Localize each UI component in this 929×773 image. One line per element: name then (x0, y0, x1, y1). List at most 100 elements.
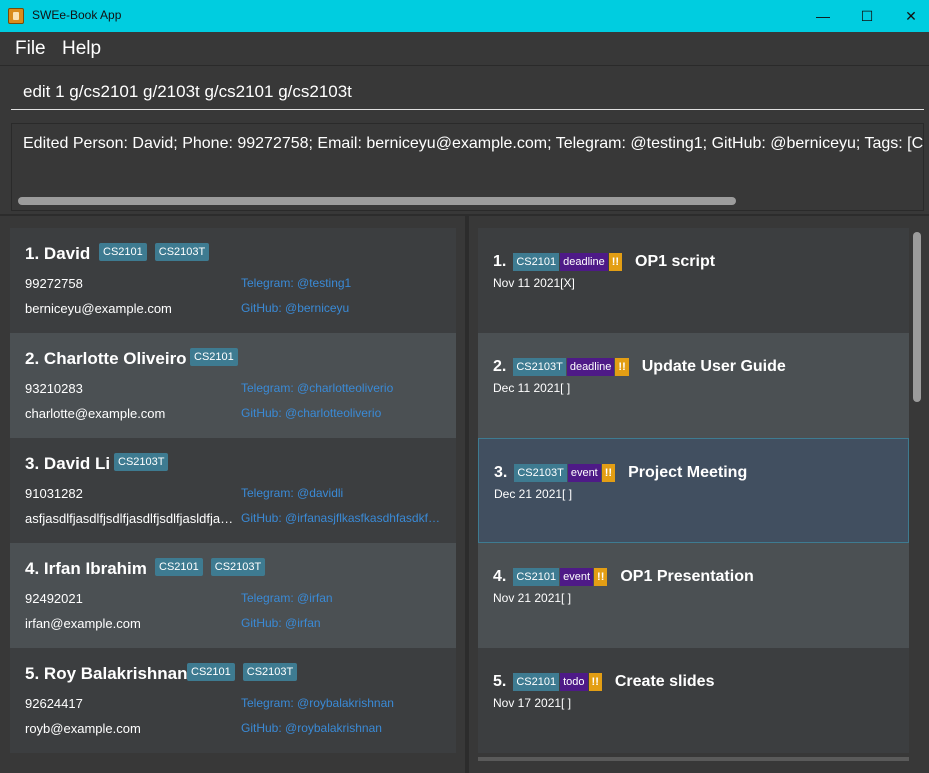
person-phone: 93210283 (25, 381, 83, 396)
person-name: 4. Irfan Ibrahim (25, 559, 147, 578)
person-list: 1. David CS2101 CS2103T 99272758 bernice… (10, 228, 456, 753)
command-text[interactable]: edit 1 g/cs2101 g/2103t g/cs2101 g/cs210… (23, 82, 352, 102)
tag: CS2103T (154, 243, 210, 261)
title-bar: SWEe-Book App — ☐ ✕ (0, 0, 929, 32)
person-tags: CS2101 (190, 348, 238, 366)
person-phone: 99272758 (25, 276, 83, 291)
person-tags: CS2103T (114, 453, 169, 471)
person-github[interactable]: GitHub: @berniceyu (241, 301, 446, 315)
task-header: 1. CS2101 deadline !! OP1 script (493, 253, 715, 271)
task-module-tag: CS2101 (513, 253, 560, 271)
person-telegram[interactable]: Telegram: @davidli (241, 486, 446, 500)
person-card[interactable]: 1. David CS2101 CS2103T 99272758 bernice… (10, 228, 456, 333)
task-card[interactable]: 1. CS2101 deadline !! OP1 script Nov 11 … (478, 228, 909, 333)
person-card[interactable]: 5. Roy Balakrishnan CS2101 CS2103T 92624… (10, 648, 456, 753)
person-phone: 92492021 (25, 591, 83, 606)
person-email: asfjasdlfjasdlfjsdlfjasdlfjsdlfjasldfjas… (25, 511, 238, 526)
result-horizontal-scrollbar[interactable] (18, 197, 736, 205)
task-card[interactable]: 5. CS2101 todo !! Create slides Nov 17 2… (478, 648, 909, 753)
person-tags: CS2101 CS2103T (187, 663, 298, 681)
person-github[interactable]: GitHub: @charlotteoliverio (241, 406, 446, 420)
close-button[interactable]: ✕ (888, 0, 929, 32)
task-index: 4. (493, 568, 507, 585)
person-github[interactable]: GitHub: @irfanasjflkasfkasdhfasdkfhasdkf… (241, 511, 446, 525)
person-telegram[interactable]: Telegram: @irfan (241, 591, 446, 605)
command-input[interactable]: edit 1 g/cs2101 g/2103t g/cs2101 g/cs210… (11, 72, 924, 110)
task-list: 1. CS2101 deadline !! OP1 script Nov 11 … (478, 228, 909, 758)
tag: CS2101 (99, 243, 147, 261)
minimize-button[interactable]: — (800, 0, 846, 32)
person-github[interactable]: GitHub: @irfan (241, 616, 446, 630)
person-name: 2. Charlotte Oliveiro (25, 349, 187, 368)
task-type-tag: event (567, 464, 601, 482)
task-header: 2. CS2103T deadline !! Update User Guide (493, 358, 786, 376)
person-email: charlotte@example.com (25, 406, 166, 421)
person-github[interactable]: GitHub: @roybalakrishnan (241, 721, 446, 735)
task-index: 3. (494, 464, 508, 481)
person-tags: CS2101 CS2103T (99, 243, 210, 261)
tag: CS2101 (155, 558, 203, 576)
task-name: OP1 Presentation (620, 568, 754, 585)
person-card[interactable]: 3. David Li CS2103T 91031282 asfjasdlfja… (10, 438, 456, 543)
task-priority-badge: !! (601, 464, 616, 482)
tag: CS2101 (187, 663, 235, 681)
task-card[interactable]: 2. CS2103T deadline !! Update User Guide… (478, 333, 909, 438)
task-date: Dec 21 2021[ ] (494, 487, 573, 501)
task-date: Dec 11 2021[ ] (493, 381, 571, 395)
task-module-tag: CS2101 (513, 673, 560, 691)
person-name: 3. David Li (25, 454, 111, 473)
tag: CS2103T (114, 453, 169, 471)
window-title: SWEe-Book App (32, 8, 122, 22)
task-date: Nov 21 2021[ ] (493, 591, 572, 605)
task-index: 5. (493, 673, 507, 690)
task-header: 3. CS2103T event !! Project Meeting (494, 464, 747, 482)
person-telegram[interactable]: Telegram: @charlotteoliverio (241, 381, 446, 395)
task-module-tag: CS2103T (514, 464, 567, 482)
task-header: 4. CS2101 event !! OP1 Presentation (493, 568, 754, 586)
tag: CS2103T (210, 558, 266, 576)
task-type-tag: todo (560, 673, 588, 691)
task-index: 1. (493, 253, 507, 270)
task-list-scrollbar[interactable] (913, 232, 921, 402)
person-telegram[interactable]: Telegram: @roybalakrishnan (241, 696, 446, 710)
tag: CS2103T (242, 663, 298, 681)
person-phone: 91031282 (25, 486, 83, 501)
task-type-tag: deadline (566, 358, 615, 376)
task-name: Project Meeting (628, 464, 748, 481)
task-priority-badge: !! (588, 673, 602, 691)
task-card[interactable]: 4. CS2101 event !! OP1 Presentation Nov … (478, 543, 909, 648)
task-name: OP1 script (635, 253, 716, 270)
person-email: berniceyu@example.com (25, 301, 172, 316)
person-email: royb@example.com (25, 721, 141, 736)
person-name: 5. Roy Balakrishnan (25, 664, 188, 683)
result-display: Edited Person: David; Phone: 99272758; E… (11, 123, 924, 211)
task-type-tag: deadline (560, 253, 608, 271)
task-module-tag: CS2103T (513, 358, 566, 376)
menu-bar: File Help (0, 32, 929, 66)
tag: CS2101 (190, 348, 238, 366)
person-tags: CS2101 CS2103T (155, 558, 266, 576)
task-header: 5. CS2101 todo !! Create slides (493, 673, 714, 691)
menu-help[interactable]: Help (62, 38, 101, 60)
task-priority-badge: !! (615, 358, 629, 376)
task-card-selected[interactable]: 3. CS2103T event !! Project Meeting Dec … (478, 438, 909, 543)
person-card[interactable]: 4. Irfan Ibrahim CS2101 CS2103T 92492021… (10, 543, 456, 648)
person-name: 1. David (25, 244, 91, 263)
maximize-button[interactable]: ☐ (844, 0, 890, 32)
task-date: Nov 17 2021[ ] (493, 696, 572, 710)
task-module-tag: CS2101 (513, 568, 560, 586)
menu-file[interactable]: File (15, 38, 46, 60)
person-card[interactable]: 2. Charlotte Oliveiro CS2101 93210283 ch… (10, 333, 456, 438)
task-type-tag: event (560, 568, 594, 586)
person-phone: 92624417 (25, 696, 83, 711)
app-book-icon (8, 8, 24, 24)
split-pane-divider[interactable] (465, 216, 469, 773)
task-priority-badge: !! (594, 568, 608, 586)
person-telegram[interactable]: Telegram: @testing1 (241, 276, 446, 290)
person-email: irfan@example.com (25, 616, 141, 631)
task-name: Create slides (614, 673, 715, 690)
task-date: Nov 11 2021[X] (493, 276, 575, 290)
result-text: Edited Person: David; Phone: 99272758; E… (23, 135, 924, 152)
task-priority-badge: !! (608, 253, 623, 271)
task-name: Update User Guide (641, 358, 786, 375)
